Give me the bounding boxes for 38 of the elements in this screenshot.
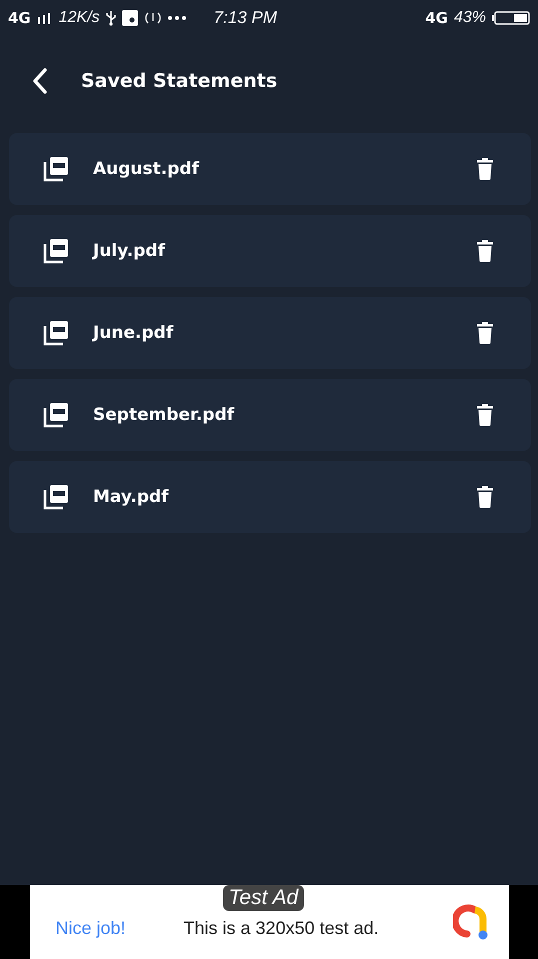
page-title: Saved Statements [81, 70, 278, 92]
file-card[interactable]: May.pdf [9, 461, 531, 533]
ad-label: Test Ad [222, 885, 304, 911]
clock: 7:13 PM [214, 8, 277, 28]
file-card[interactable]: June.pdf [9, 297, 531, 369]
delete-icon[interactable] [477, 240, 493, 262]
battery-percent: 43% [454, 9, 486, 27]
ad-text: This is a 320x50 test ad. [184, 918, 380, 938]
ad-banner[interactable]: Test Ad Nice job! This is a 320x50 test ad. [30, 885, 508, 959]
ad-headline: Nice job! [56, 918, 126, 938]
pdf-file-icon [43, 320, 69, 346]
pdf-file-icon [43, 484, 69, 510]
file-name: May.pdf [93, 487, 170, 507]
file-name: September.pdf [93, 405, 236, 425]
delete-icon[interactable] [477, 322, 493, 344]
network-type: 4G [8, 9, 31, 27]
hotspot-icon [144, 10, 162, 26]
file-card[interactable]: August.pdf [9, 133, 531, 205]
battery-icon [492, 11, 530, 25]
file-card[interactable]: September.pdf [9, 379, 531, 451]
file-name: August.pdf [93, 159, 200, 179]
pdf-file-icon [43, 238, 69, 264]
more-icon [168, 16, 186, 20]
notification-icon [122, 10, 138, 26]
signal-icon [36, 12, 53, 24]
delete-icon[interactable] [477, 486, 493, 508]
delete-icon[interactable] [477, 158, 493, 180]
file-name: July.pdf [93, 241, 166, 261]
pdf-file-icon [43, 156, 69, 182]
file-name: June.pdf [93, 323, 174, 343]
pdf-file-icon [43, 402, 69, 428]
usb-icon [106, 10, 116, 26]
network-speed: 12K/s [58, 9, 100, 27]
file-card[interactable]: July.pdf [9, 215, 531, 287]
delete-icon[interactable] [477, 404, 493, 426]
network-type: 4G [425, 9, 448, 27]
back-icon[interactable] [32, 68, 48, 94]
ad-logo-icon [452, 903, 488, 941]
